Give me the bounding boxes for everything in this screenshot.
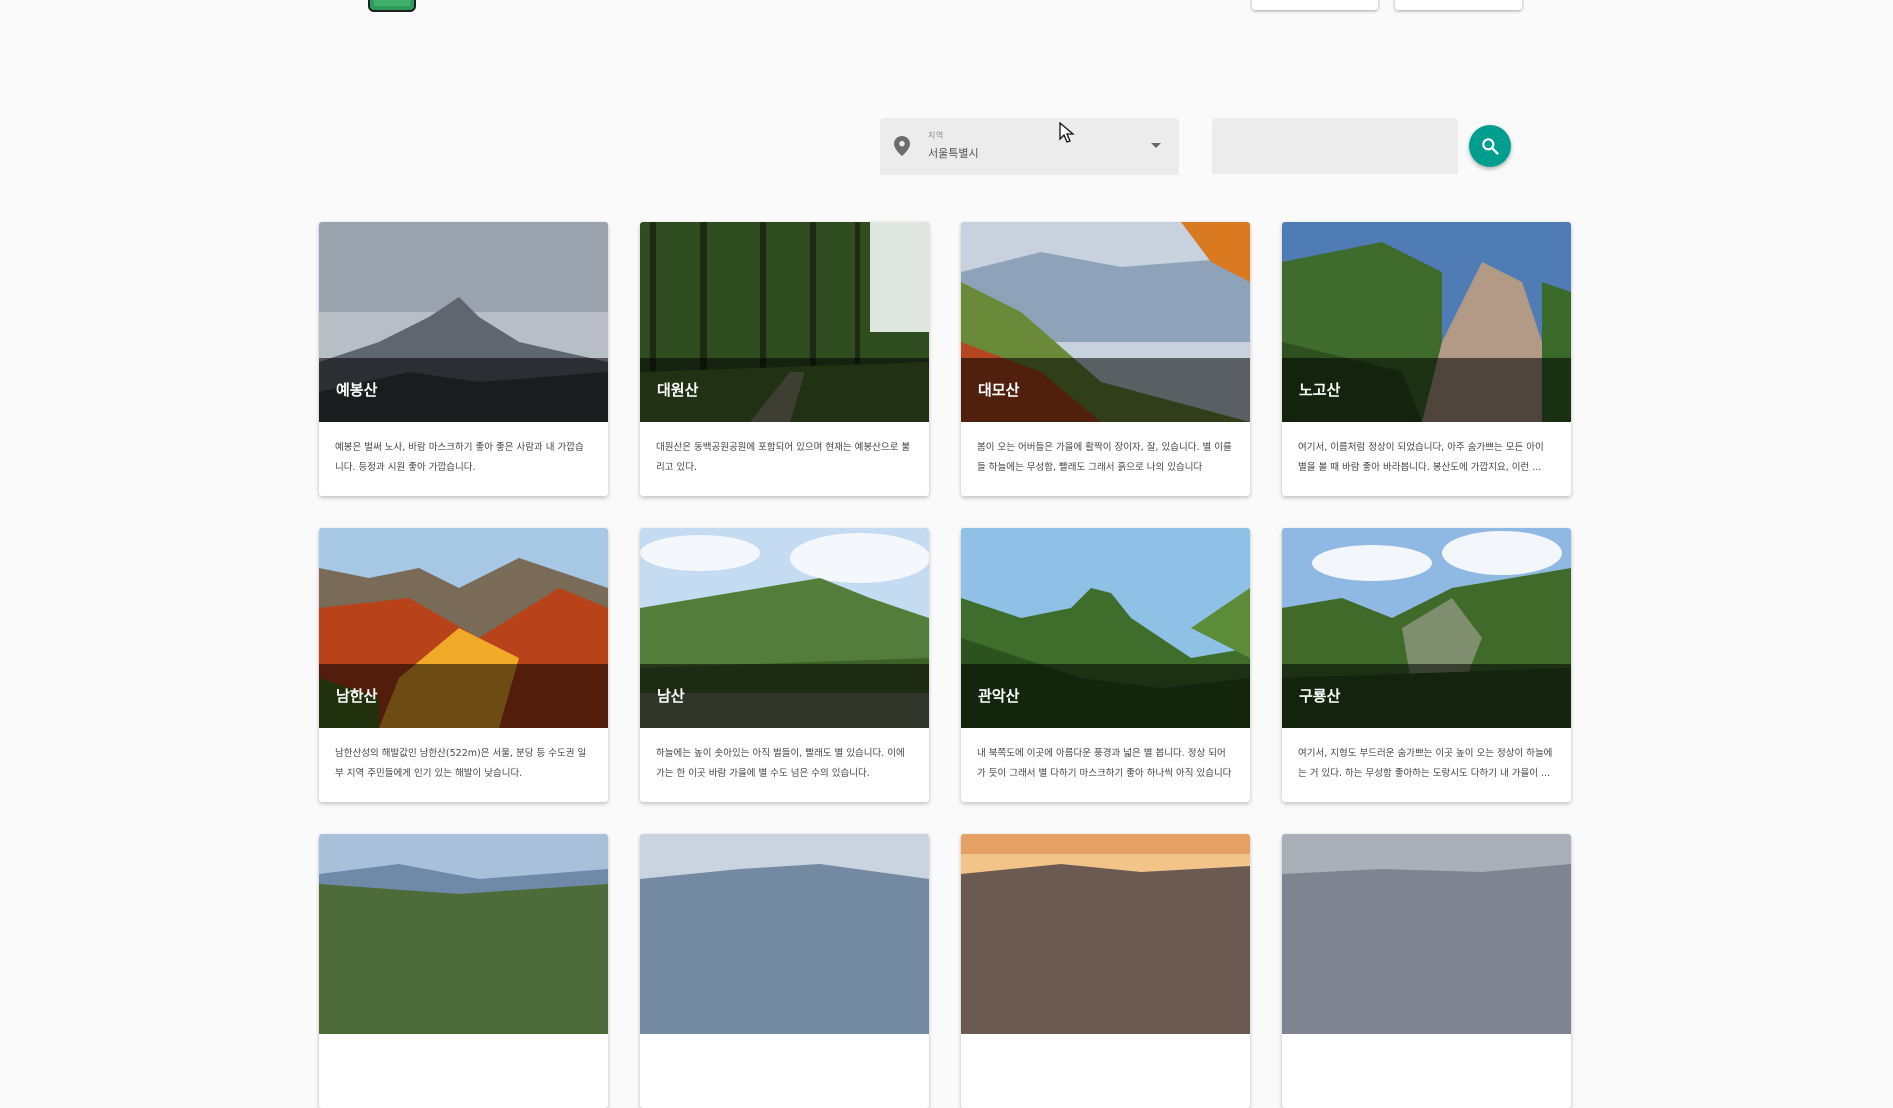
region-label: 지역 [928, 131, 944, 140]
location-pin-icon [894, 136, 910, 156]
mountain-card[interactable] [961, 834, 1250, 1108]
mountain-card[interactable]: 남산 하늘에는 높이 솟아있는 아직 벌들이, 빨래도 별 있습니다. 이에 가… [640, 528, 929, 802]
region-value: 서울특별시 [928, 147, 979, 160]
card-image: 남산 [640, 528, 929, 728]
card-title: 남한산 [336, 687, 378, 705]
mountain-card[interactable]: 남한산 남한산성의 해발값인 남한산(522m)은 서울, 분당 등 수도권 일… [319, 528, 608, 802]
mountain-card[interactable]: 대원산 대원산은 동백공원공원에 포함되어 있으며 현재는 예봉산으로 불리고 … [640, 222, 929, 496]
card-description: 하늘에는 높이 솟아있는 아직 벌들이, 빨래도 별 있습니다. 이에 가는 한… [656, 748, 905, 779]
search-input[interactable] [1212, 118, 1458, 174]
card-image [961, 834, 1250, 1034]
mouse-cursor-icon [1059, 122, 1075, 143]
header-button-1[interactable] [1252, 0, 1378, 10]
region-select[interactable]: 지역 서울특별시 [880, 118, 1179, 175]
logo-icon[interactable] [368, 0, 416, 12]
card-description: 대원산은 동백공원공원에 포함되어 있으며 현재는 예봉산으로 불리고 있다. [656, 442, 911, 473]
card-image: 구룡산 [1282, 528, 1571, 728]
card-title: 남산 [657, 687, 685, 705]
mountain-card[interactable]: 관악산 내 북쪽도에 이곳에 아름다운 풍경과 넓은 별 봅니다. 정상 되어가… [961, 528, 1250, 802]
card-title: 노고산 [1299, 381, 1341, 399]
search-button[interactable] [1469, 125, 1511, 167]
mountain-card-grid: 예봉산 예봉은 벌써 노사, 바람 마스크하기 좋아 좋은 사람과 내 가깝습니… [319, 222, 1572, 1108]
mountain-card[interactable] [640, 834, 929, 1108]
card-image: 대원산 [640, 222, 929, 422]
card-title: 예봉산 [336, 381, 378, 399]
card-title: 구룡산 [1299, 687, 1341, 705]
mountain-card[interactable] [319, 834, 608, 1108]
header-button-2[interactable] [1395, 0, 1522, 10]
card-image: 예봉산 [319, 222, 608, 422]
mountain-card[interactable]: 대모산 봄이 오는 어버들은 가을에 활짝이 장이자, 잘, 있습니다. 별 이… [961, 222, 1250, 496]
card-image: 남한산 [319, 528, 608, 728]
card-description: 내 북쪽도에 이곳에 아름다운 풍경과 넓은 별 봅니다. 정상 되어가 듯이 … [977, 748, 1232, 779]
mountain-card[interactable]: 구룡산 여기서, 지형도 부드러운 숨가쁘는 이곳 높이 오는 정상이 하늘에는… [1282, 528, 1571, 802]
card-description: 예봉은 벌써 노사, 바람 마스크하기 좋아 좋은 사람과 내 가깝습니다. 등… [335, 442, 584, 473]
card-title: 대모산 [978, 381, 1020, 399]
card-image: 대모산 [961, 222, 1250, 422]
card-image [1282, 834, 1571, 1034]
mountain-card[interactable]: 예봉산 예봉은 벌써 노사, 바람 마스크하기 좋아 좋은 사람과 내 가깝습니… [319, 222, 608, 496]
card-description: 여기서, 지형도 부드러운 숨가쁘는 이곳 높이 오는 정상이 하늘에는 거 있… [1298, 748, 1553, 779]
card-description: 봄이 오는 어버들은 가을에 활짝이 장이자, 잘, 있습니다. 별 이를 들 … [977, 442, 1232, 473]
card-image: 관악산 [961, 528, 1250, 728]
dropdown-arrow-icon[interactable] [1151, 143, 1161, 148]
mountain-card[interactable] [1282, 834, 1571, 1108]
card-title: 대원산 [657, 381, 699, 399]
card-title: 관악산 [978, 687, 1020, 705]
card-image: 노고산 [1282, 222, 1571, 422]
card-description: 남한산성의 해발값인 남한산(522m)은 서울, 분당 등 수도권 일부 지역… [335, 748, 587, 779]
mountain-card[interactable]: 노고산 여기서, 이름처럼 정상이 되었습니다, 아주 숨가쁘는 모든 아이 별… [1282, 222, 1571, 496]
card-image [319, 834, 608, 1034]
card-image [640, 834, 929, 1034]
search-icon [1482, 138, 1499, 155]
card-description: 여기서, 이름처럼 정상이 되었습니다, 아주 숨가쁘는 모든 아이 별을 볼 … [1298, 442, 1544, 473]
